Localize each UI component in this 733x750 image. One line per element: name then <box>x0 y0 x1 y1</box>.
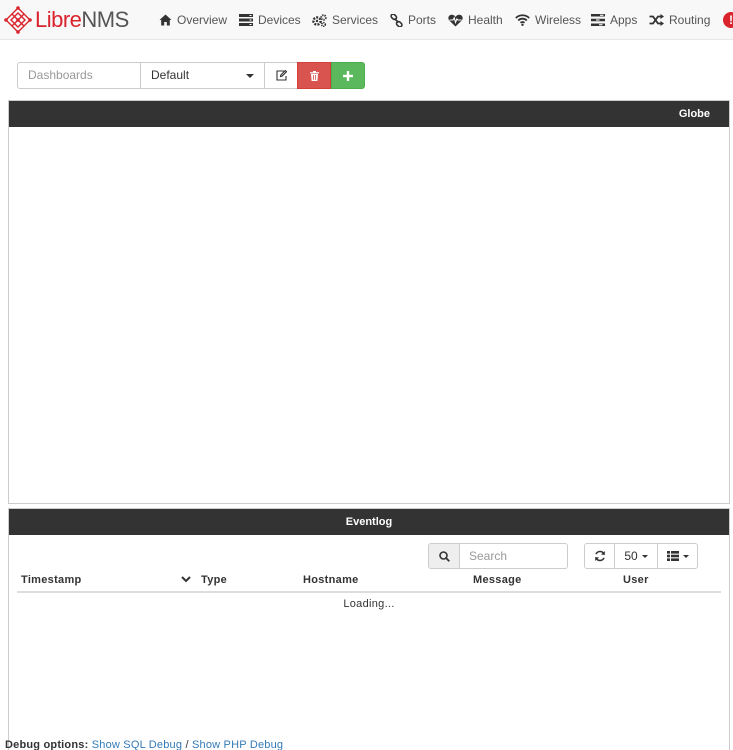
nav-services-label: Services <box>332 13 379 27</box>
edit-icon <box>275 70 287 81</box>
nav-ports[interactable]: Ports <box>390 10 436 30</box>
row-count-value: 50 <box>624 549 638 563</box>
column-header-user[interactable]: User <box>623 574 649 586</box>
nav-health[interactable]: Health <box>448 10 503 30</box>
nav-routing-label: Routing <box>669 13 711 27</box>
alert-icon[interactable] <box>723 12 733 28</box>
refresh-icon <box>594 550 605 562</box>
cogs-icon <box>312 13 327 27</box>
add-dashboard-button[interactable] <box>331 62 365 89</box>
chevron-down-icon <box>246 74 254 78</box>
wifi-icon <box>515 14 530 26</box>
nav-overview[interactable]: Overview <box>159 10 227 30</box>
column-header-message[interactable]: Message <box>473 574 522 586</box>
nav-ports-label: Ports <box>408 13 437 27</box>
loading-indicator: Loading... <box>343 598 395 610</box>
search-input[interactable]: Search <box>460 543 568 569</box>
nav-health-label: Health <box>468 13 503 27</box>
column-selection-dropdown[interactable] <box>657 543 698 569</box>
nav-wireless-label: Wireless <box>535 13 582 27</box>
globe-widget: Globe <box>8 100 730 504</box>
row-count-dropdown[interactable]: 50 <box>614 543 658 569</box>
globe-widget-header[interactable]: Globe <box>9 101 729 127</box>
nav-apps-label: Apps <box>610 13 638 27</box>
list-icon <box>666 551 679 561</box>
refresh-button[interactable] <box>584 543 615 569</box>
dashboard-select-value: Default <box>151 68 190 82</box>
server-icon <box>239 14 253 26</box>
eventlog-widget-title: Eventlog <box>345 516 393 528</box>
eventlog-table-header: Timestamp Type Hostname Message User <box>17 572 721 593</box>
home-icon <box>159 14 172 26</box>
eventlog-search: Search <box>428 543 568 569</box>
nav-devices[interactable]: Devices <box>239 10 301 30</box>
dashboard-select[interactable]: Default <box>140 62 265 89</box>
dashboards-input[interactable]: Dashboards <box>17 62 141 89</box>
edit-dashboard-button[interactable] <box>264 62 298 89</box>
search-icon <box>438 550 450 562</box>
nav-overview-label: Overview <box>177 13 228 27</box>
debug-separator: / <box>185 739 189 750</box>
link-icon <box>390 13 403 27</box>
top-navbar: LibreNMS Overview Devices Services Ports… <box>0 0 733 40</box>
caret-down-icon <box>682 554 689 558</box>
search-addon <box>428 543 460 569</box>
nav-devices-label: Devices <box>258 13 301 27</box>
column-header-timestamp[interactable]: Timestamp <box>21 574 82 586</box>
trash-icon <box>309 70 319 81</box>
librenms-logo[interactable]: LibreNMS <box>4 5 129 35</box>
random-icon <box>649 14 664 26</box>
plus-icon <box>343 70 353 81</box>
heartbeat-icon <box>448 14 463 26</box>
debug-options-label: Debug options: <box>5 739 89 750</box>
column-header-hostname[interactable]: Hostname <box>303 574 359 586</box>
brand-name: LibreNMS <box>35 9 129 31</box>
column-header-type[interactable]: Type <box>201 574 227 586</box>
delete-dashboard-button[interactable] <box>297 62 331 89</box>
sort-descending-icon[interactable] <box>181 575 191 583</box>
nav-apps[interactable]: Apps <box>591 10 637 30</box>
tasks-icon <box>591 14 605 26</box>
caret-down-icon <box>641 554 648 558</box>
debug-options: Debug options: Show SQL Debug / Show PHP… <box>5 739 283 750</box>
nav-services[interactable]: Services <box>312 10 378 30</box>
librenms-logo-icon <box>4 6 32 34</box>
brand-nms-text: NMS <box>81 7 129 32</box>
nav-routing[interactable]: Routing <box>649 10 710 30</box>
show-sql-debug-link[interactable]: Show SQL Debug <box>92 739 182 750</box>
nav-wireless[interactable]: Wireless <box>515 10 581 30</box>
brand-libre-text: Libre <box>35 7 82 32</box>
show-php-debug-link[interactable]: Show PHP Debug <box>192 739 283 750</box>
eventlog-widget-header[interactable]: Eventlog <box>9 509 729 535</box>
globe-widget-title: Globe <box>678 108 710 120</box>
